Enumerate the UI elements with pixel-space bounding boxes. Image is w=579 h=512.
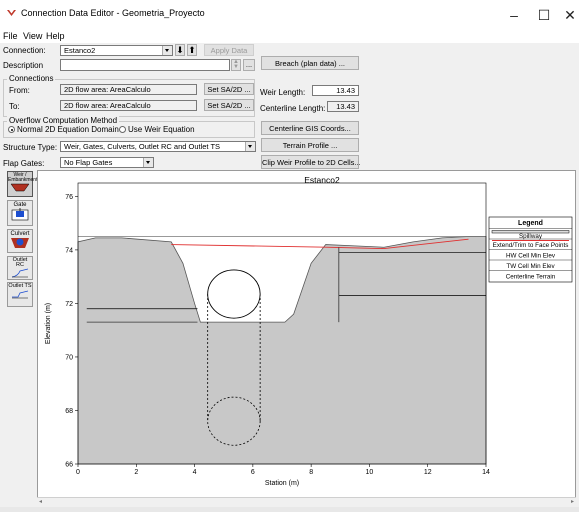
clip-weir-button[interactable]: Clip Weir Profile to 2D Cells...: [261, 155, 361, 169]
description-field[interactable]: [60, 59, 230, 71]
y-tick-label: 70: [65, 354, 73, 361]
legend-title: Legend: [518, 220, 543, 227]
from-field: 2D flow area: AreaCalculo: [60, 84, 197, 95]
structure-type-label: Structure Type:: [3, 143, 58, 152]
minimize-button[interactable]: –: [499, 6, 529, 24]
sidebar-culvert-label: Culvert: [10, 231, 30, 237]
status-bar: [0, 507, 579, 512]
app-icon: [7, 10, 16, 16]
structure-type-value: Weir, Gates, Culverts, Outlet RC and Out…: [64, 142, 221, 151]
weir-length-label: Weir Length:: [260, 88, 306, 97]
from-label: From:: [9, 86, 30, 95]
radio-weir-equation[interactable]: [119, 126, 126, 133]
description-spin[interactable]: ▲ ▼: [231, 59, 241, 71]
up-arrow-button[interactable]: ⬆: [187, 44, 197, 56]
y-tick-label: 74: [65, 247, 73, 254]
x-tick-label: 10: [366, 469, 374, 476]
arrow-up-icon: ⬆: [188, 45, 196, 55]
weir-embankment-icon: [10, 183, 30, 192]
radio-normal-2d-label: Normal 2D Equation Domain: [17, 125, 119, 134]
close-button[interactable]: ✕: [555, 6, 579, 24]
menu-view[interactable]: View: [23, 31, 42, 41]
terrain-profile-button[interactable]: Terrain Profile ...: [261, 138, 359, 152]
y-tick-label: 76: [65, 194, 73, 201]
breach-button[interactable]: Breach (plan data) ...: [261, 56, 359, 70]
scroll-left-icon: ◂: [39, 499, 43, 505]
x-tick-label: 6: [251, 469, 255, 476]
set-from-button[interactable]: Set SA/2D ...: [204, 83, 254, 95]
to-field: 2D flow area: AreaCalculo: [60, 100, 197, 111]
scroll-right-icon: ▸: [570, 499, 574, 505]
y-axis-label: Elevation (m): [45, 303, 52, 344]
sidebar-outlet-ts[interactable]: Outlet TS: [7, 282, 33, 307]
flap-gates-select[interactable]: No Flap Gates: [60, 157, 154, 168]
connections-group-title: Connections: [7, 74, 56, 83]
sidebar-weir-embankment[interactable]: Weir / Embankment: [7, 171, 38, 197]
x-tick-label: 4: [193, 469, 197, 476]
culvert-icon: [11, 238, 29, 248]
centerline-length-field: 13.43: [327, 101, 359, 112]
y-tick-label: 66: [65, 462, 73, 469]
chevron-down-icon: [245, 142, 255, 151]
sidebar-gate[interactable]: Gate: [7, 200, 33, 226]
menu-bar: File View Help: [0, 30, 579, 43]
x-tick-label: 2: [134, 469, 138, 476]
radio-normal-2d[interactable]: [8, 126, 15, 133]
weir-length-field[interactable]: 13.43: [312, 85, 359, 96]
y-tick-label: 72: [65, 301, 73, 308]
title-bar: Connection Data Editor - Geometria_Proye…: [0, 0, 579, 30]
connection-value: Estanco2: [64, 46, 96, 55]
apply-data-button[interactable]: Apply Data: [204, 44, 254, 56]
arrow-down-icon: ⬇: [176, 45, 184, 55]
centerline-gis-button[interactable]: Centerline GIS Coords...: [261, 121, 359, 135]
description-label: Description: [3, 61, 44, 70]
structure-type-select[interactable]: Weir, Gates, Culverts, Outlet RC and Out…: [60, 141, 256, 152]
sidebar-outlet-rc-label: Outlet RC: [12, 257, 28, 268]
window-title: Connection Data Editor - Geometria_Proye…: [21, 8, 205, 18]
to-label: To:: [9, 102, 20, 111]
set-to-button[interactable]: Set SA/2D ...: [204, 99, 254, 111]
centerline-length-label: Centerline Length:: [260, 104, 326, 113]
chevron-down-icon: [162, 46, 172, 55]
sidebar-gate-label: Gate: [13, 202, 27, 208]
outlet-ts-icon: [12, 290, 29, 299]
gate-icon: [11, 208, 29, 221]
horizontal-scrollbar[interactable]: ◂ ▸: [37, 497, 576, 506]
culvert-inlet: [207, 269, 261, 319]
legend-item-label: HW Cell Min Elev: [506, 253, 556, 260]
sidebar-weir-label: Weir / Embankment: [8, 172, 38, 183]
menu-file[interactable]: File: [3, 31, 18, 41]
spinner-icon: ▲ ▼: [233, 59, 239, 70]
connection-label: Connection:: [3, 46, 46, 55]
x-tick-label: 8: [309, 469, 313, 476]
x-tick-label: 0: [76, 469, 80, 476]
y-tick-label: 68: [65, 408, 73, 415]
x-tick-label: 14: [482, 469, 490, 476]
legend-item-label: Centerline Terrain: [506, 274, 556, 281]
chart-title: Estanco2: [304, 175, 340, 185]
outlet-rc-icon: [11, 268, 29, 278]
x-tick-label: 12: [424, 469, 432, 476]
profile-chart[interactable]: Estanco26668707274760 2 4 6 8 10 12 14Station (…: [38, 171, 575, 505]
legend-item-label: TW Cell Min Elev: [506, 263, 555, 270]
terrain-area: [77, 236, 487, 465]
profile-plot-frame: Estanco2 66 68 70 72 74 76 0 2 4 6 8 10 12 14 Station (…: [37, 170, 576, 506]
x-axis-label: Station (m): [265, 480, 299, 487]
menu-help[interactable]: Help: [46, 31, 65, 41]
sidebar-culvert[interactable]: Culvert: [7, 229, 33, 253]
sidebar-outlet-rc[interactable]: Outlet RC: [7, 256, 33, 280]
flap-gates-label: Flap Gates:: [3, 159, 45, 168]
description-more-button[interactable]: ...: [243, 59, 255, 71]
radio-weir-equation-label: Use Weir Equation: [128, 125, 195, 134]
chevron-down-icon: [143, 158, 153, 167]
overflow-group-title: Overflow Computation Method: [7, 116, 120, 125]
flap-gates-value: No Flap Gates: [64, 158, 113, 167]
connection-select[interactable]: Estanco2: [60, 45, 173, 56]
legend-item-label: Extend/Trim to Face Points: [493, 242, 569, 249]
down-arrow-button[interactable]: ⬇: [175, 44, 185, 56]
